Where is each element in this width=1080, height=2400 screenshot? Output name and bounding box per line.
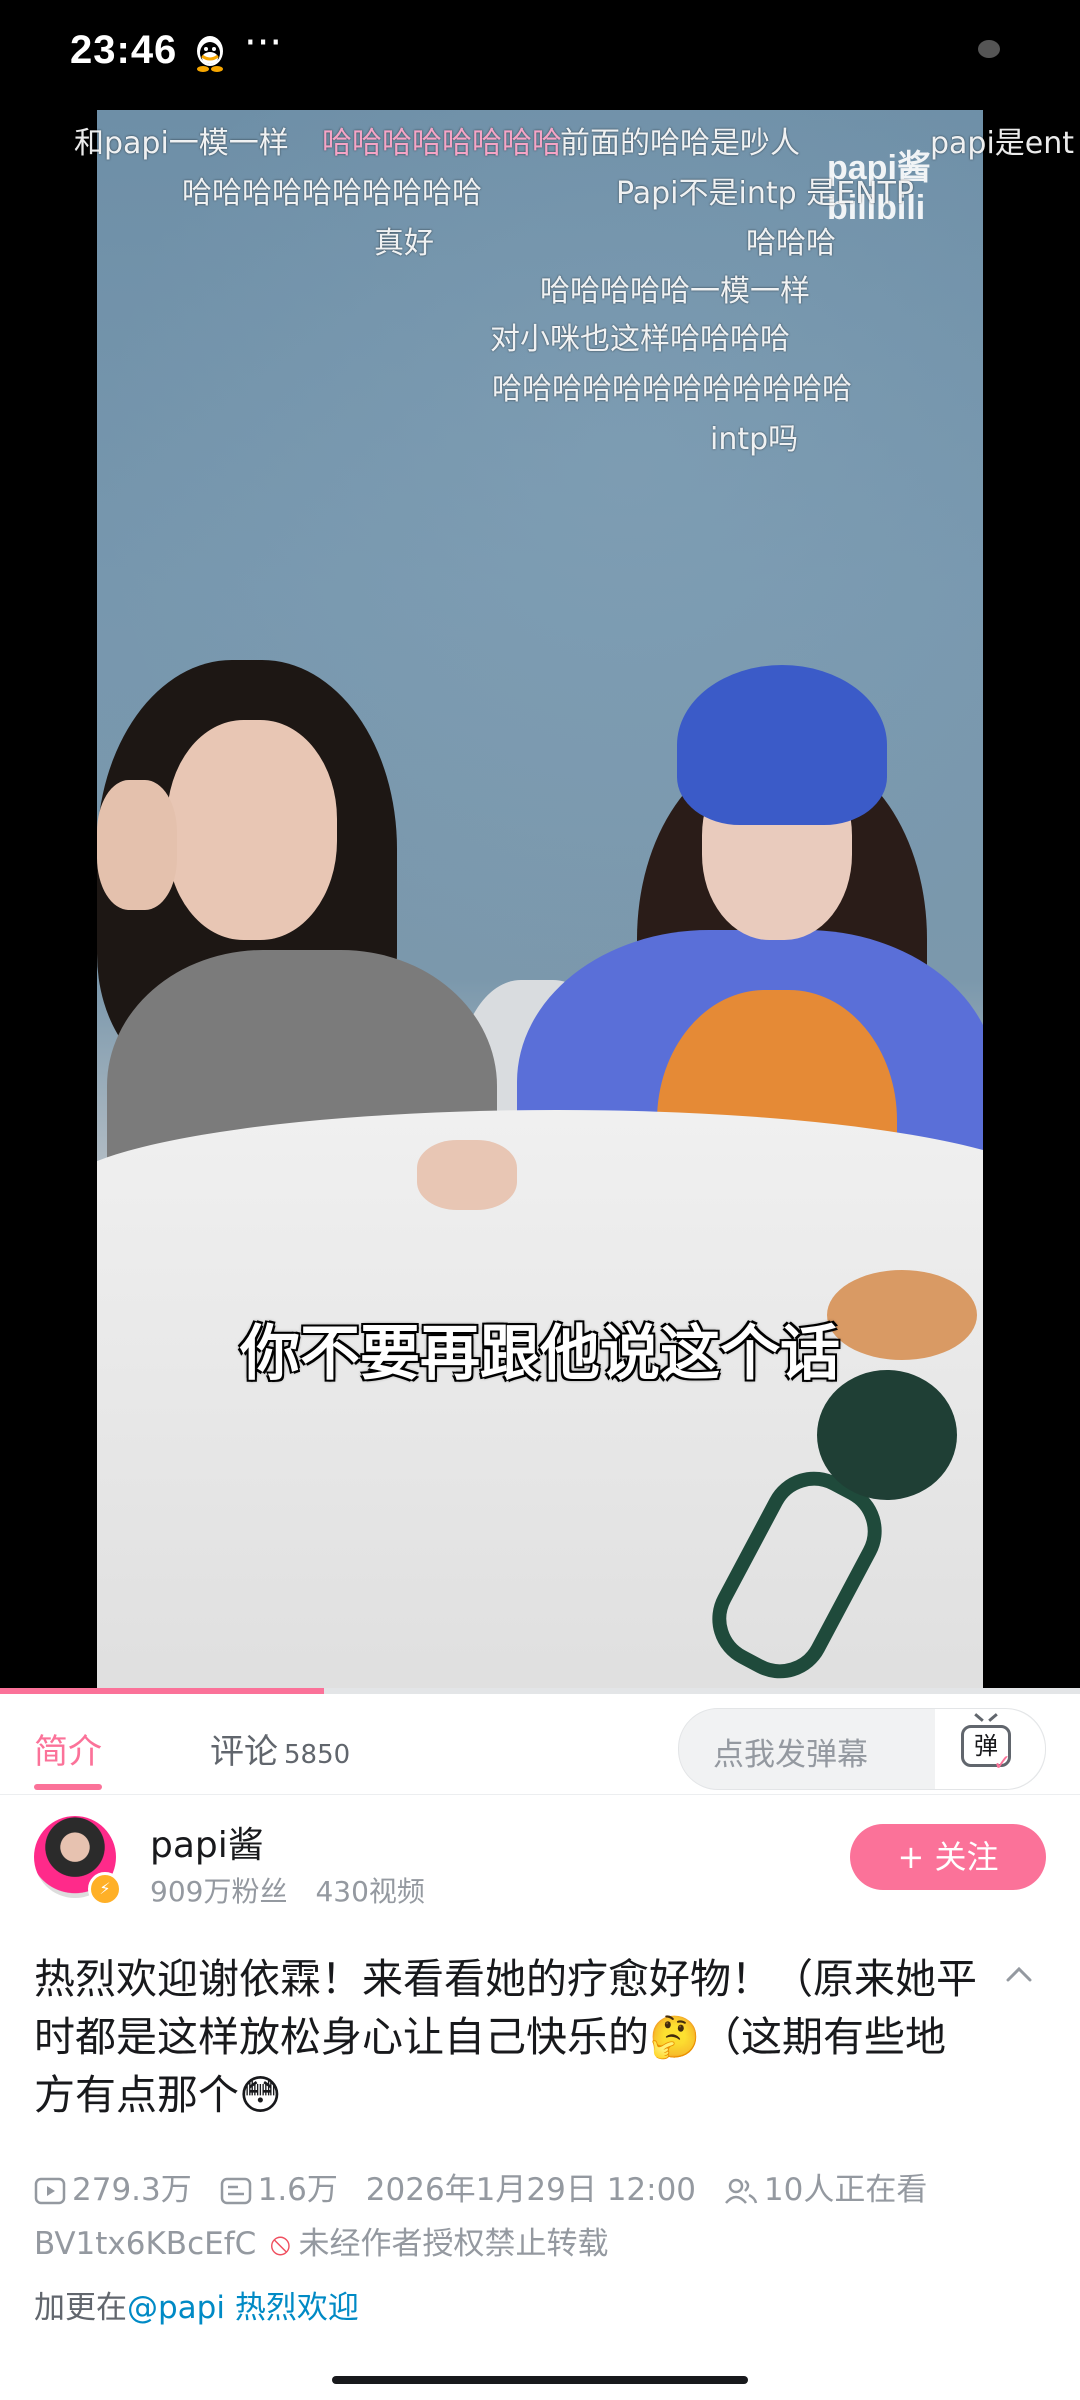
video-meta-row-2: BV1tx6KBcEfC ⦸ 未经作者授权禁止转载 xyxy=(34,2218,608,2263)
danmaku-item: 前面的哈哈是吵人 xyxy=(560,126,800,161)
play-count-icon xyxy=(34,2177,66,2205)
danmaku-send-box[interactable]: 点我发弹幕 弹 ✓ xyxy=(678,1708,1046,1790)
author-videos: 430视频 xyxy=(315,1875,425,1908)
home-indicator[interactable] xyxy=(332,2376,748,2384)
views-count: 279.3万 xyxy=(72,2172,192,2208)
check-icon: ✓ xyxy=(993,1751,1012,1776)
qq-icon xyxy=(197,36,223,72)
tab-active-indicator xyxy=(34,1784,102,1790)
danmaku-item: 哈哈哈哈哈哈哈哈哈哈哈哈 xyxy=(492,372,852,407)
danmaku-toggle-button[interactable]: 弹 ✓ xyxy=(935,1709,1045,1789)
video-subtitle: 你不要再跟他说这个话 xyxy=(240,1319,840,1389)
tab-bar: 简介 评论 5850 点我发弹幕 弹 ✓ xyxy=(0,1694,1080,1795)
watching-count: 10人正在看 xyxy=(763,2172,928,2208)
tab-intro-label: 简介 xyxy=(34,1732,102,1772)
comments-count: 5850 xyxy=(284,1740,351,1770)
danmaku-item: 哈哈哈哈哈哈哈哈哈哈 xyxy=(182,176,482,211)
danmaku-item: 哈哈哈哈哈一模一样 xyxy=(540,274,810,309)
danmaku-item: 对小咪也这样哈哈哈哈 xyxy=(490,322,790,357)
author-stats: 909万粉丝 430视频 xyxy=(150,1870,425,1910)
video-meta-row: 279.3万 1.6万 2026年1月29日 12:00 10人正在看 xyxy=(34,2164,1074,2209)
copyright-notice: 未经作者授权禁止转载 xyxy=(298,2226,609,2262)
video-person-left-hand-on-table xyxy=(417,1140,517,1210)
follow-button[interactable]: + 关注 xyxy=(850,1824,1046,1890)
tab-intro[interactable]: 简介 xyxy=(34,1724,102,1773)
danmaku-item: 真好 xyxy=(374,226,434,261)
publish-date: 2026年1月29日 12:00 xyxy=(365,2172,697,2208)
video-person-left-face xyxy=(167,720,337,940)
status-bar: 23:46 ··· xyxy=(0,0,1080,110)
danmaku-count-icon xyxy=(220,2177,251,2205)
chevron-up-icon[interactable] xyxy=(1004,1960,1034,1990)
danmaku-item: papi是ent xyxy=(930,126,1075,161)
status-time: 23:46 xyxy=(70,28,178,72)
video-person-right-hat xyxy=(677,665,887,825)
danmaku-stat: 1.6万 xyxy=(220,2164,338,2209)
more-prefix: 加更在 xyxy=(34,2290,127,2326)
tab-comments-label: 评论 xyxy=(210,1732,278,1772)
no-repost-icon: ⦸ xyxy=(270,2226,291,2262)
author-row: ⚡ papi酱 909万粉丝 430视频 + 关注 xyxy=(0,1816,1080,1916)
views-stat: 279.3万 xyxy=(34,2164,192,2209)
video-detail-panel: 简介 评论 5850 点我发弹幕 弹 ✓ ⚡ papi酱 909万粉丝 430视频 … xyxy=(0,1688,1080,2400)
video-title: 热烈欢迎谢依霖！来看看她的疗愈好物！（原来她平时都是这样放松身心让自己快乐的🤔（… xyxy=(34,1955,977,2119)
watching-stat: 10人正在看 xyxy=(724,2164,927,2209)
video-bvid[interactable]: BV1tx6KBcEfC xyxy=(34,2226,256,2262)
camera-dot xyxy=(978,40,1000,58)
danmaku-input[interactable]: 点我发弹幕 xyxy=(713,1729,868,1774)
author-followers: 909万粉丝 xyxy=(150,1875,288,1908)
more-info-row: 加更在@papi 热烈欢迎 xyxy=(34,2282,359,2327)
danmaku-item: 哈哈哈 xyxy=(746,226,836,261)
author-name[interactable]: papi酱 xyxy=(150,1816,264,1868)
danmaku-item: 和papi一模一样 xyxy=(74,126,289,161)
danmaku-item: 哈哈哈哈哈哈哈哈 xyxy=(322,126,562,161)
video-player[interactable]: papi酱 bilibili 和papi一模一样 哈哈哈哈哈哈哈哈 前面的哈哈是… xyxy=(0,110,1080,1690)
danmaku-count: 1.6万 xyxy=(257,2172,338,2208)
status-more-icon: ··· xyxy=(244,20,283,66)
tab-comments[interactable]: 评论 5850 xyxy=(210,1724,350,1773)
danmaku-item: Papi不是intp 是ENTP xyxy=(616,176,915,211)
danmaku-item: intp吗 xyxy=(710,422,799,457)
more-link[interactable]: @papi 热烈欢迎 xyxy=(127,2290,359,2326)
verified-badge-icon: ⚡ xyxy=(88,1872,122,1906)
people-watching-icon xyxy=(724,2178,758,2204)
video-person-left-hand xyxy=(97,780,177,910)
